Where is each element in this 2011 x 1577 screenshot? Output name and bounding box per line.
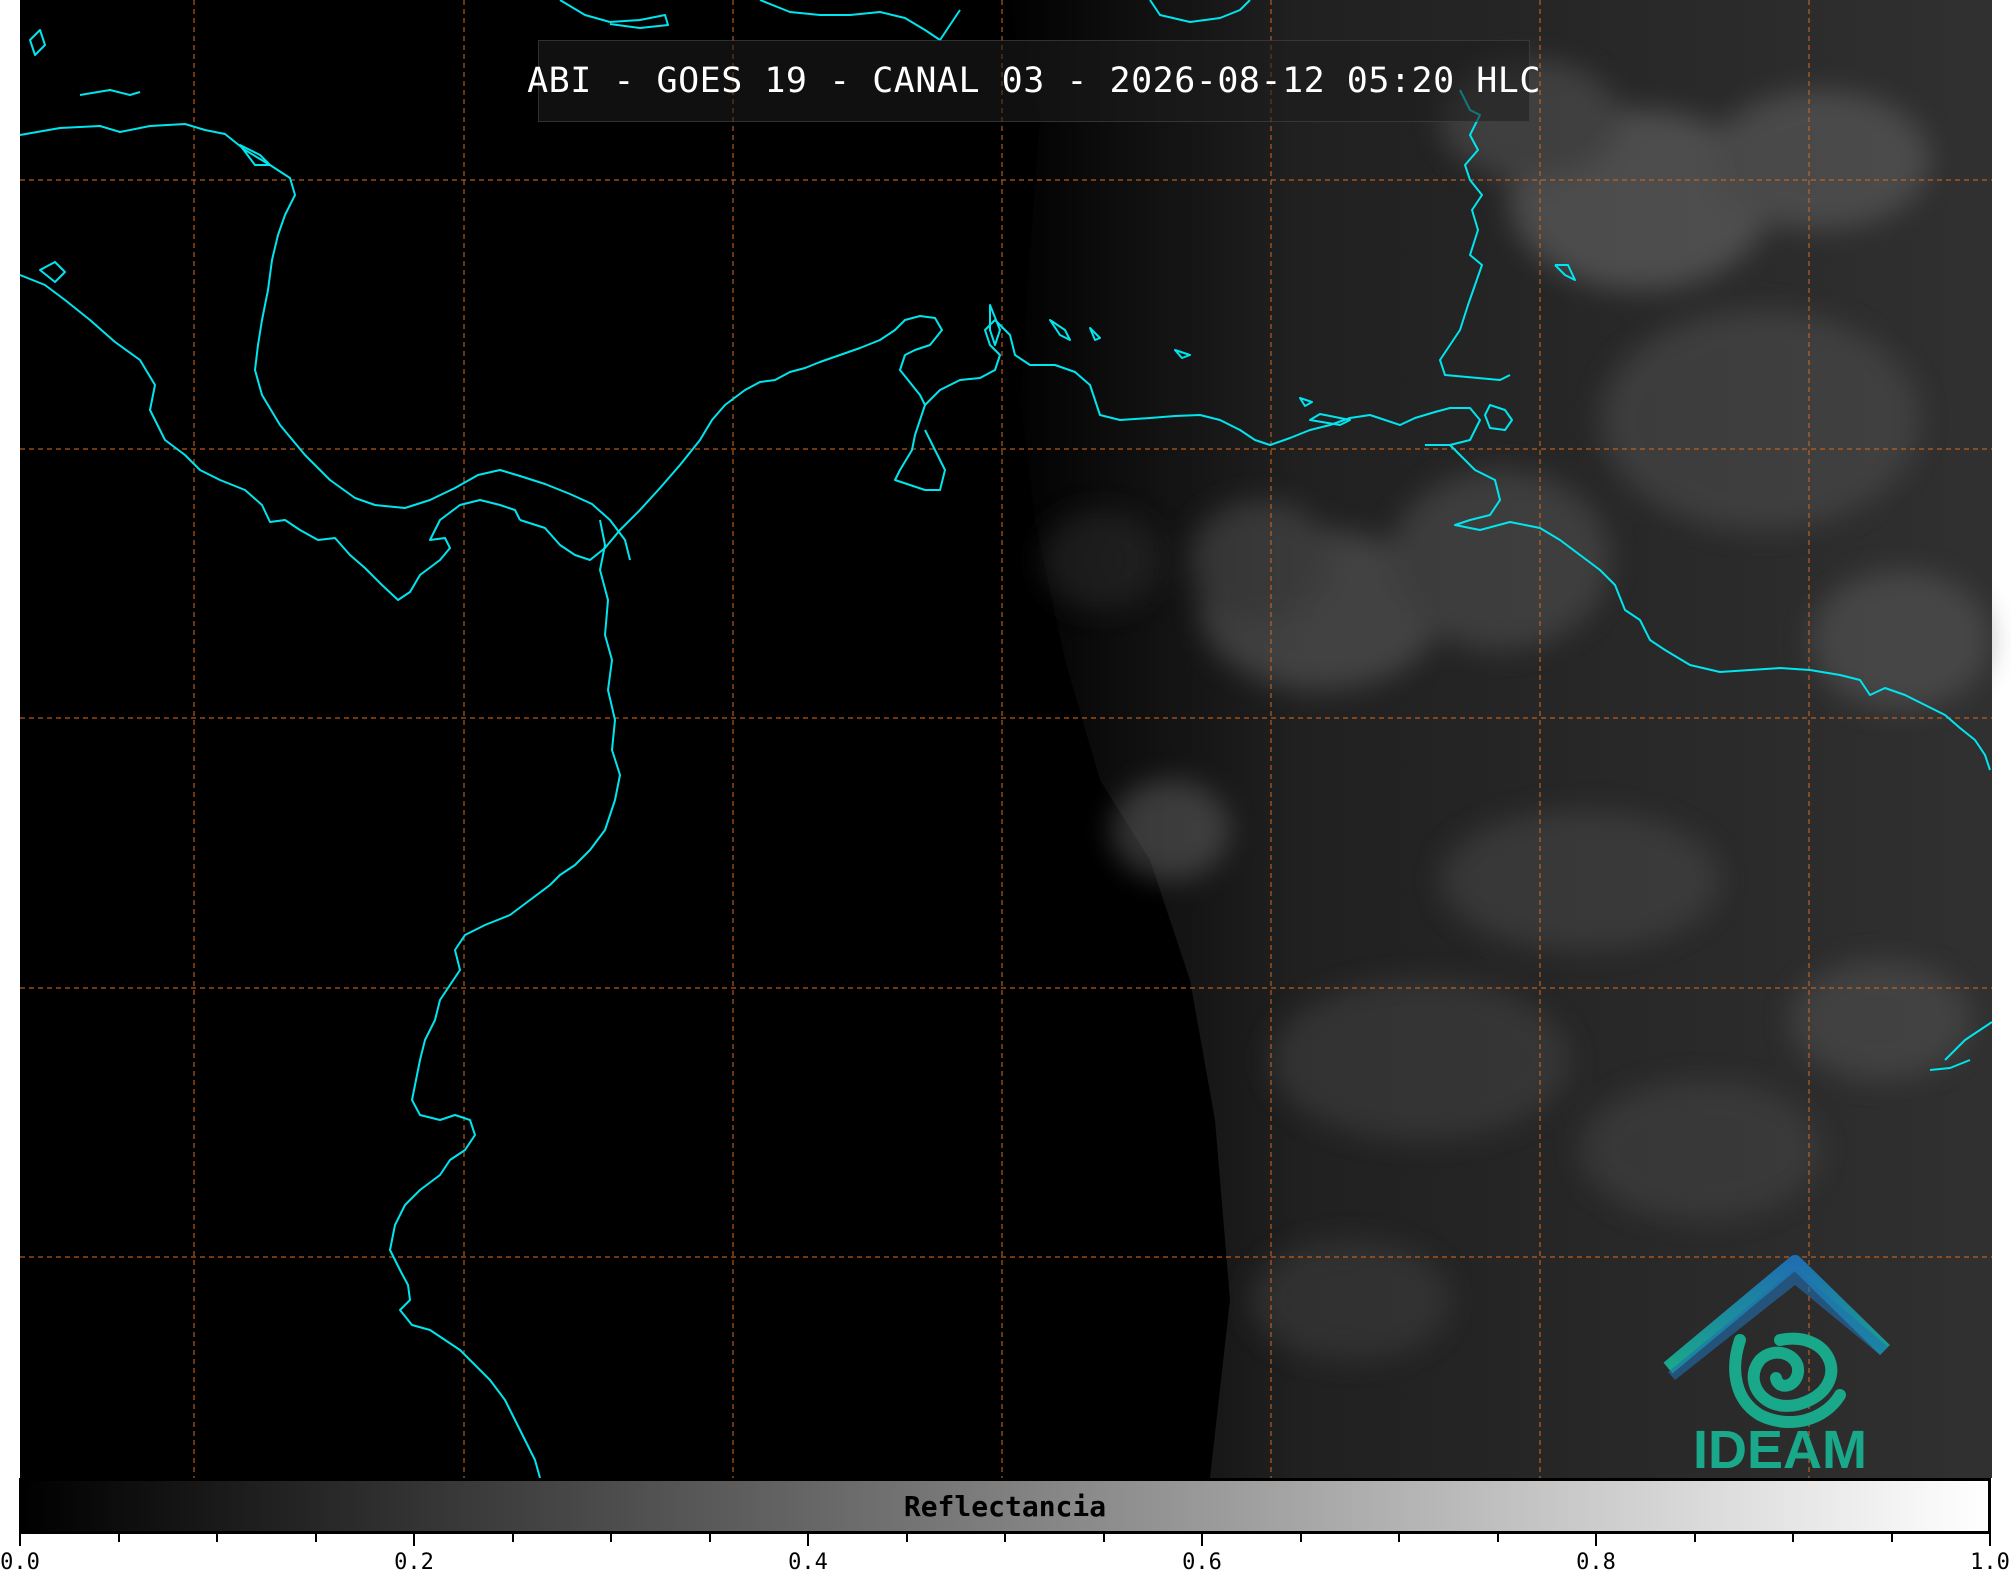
colorbar-tick-label: 0.6 [1182, 1550, 1222, 1575]
colorbar-label: Reflectancia [903, 1489, 1107, 1523]
title-box: ABI - GOES 19 - CANAL 03 - 2026-08-12 05… [527, 40, 1540, 122]
colorbar-tick-label: 0.2 [394, 1550, 434, 1575]
colorbar-tick-label: 0.0 [0, 1550, 40, 1575]
colorbar-tick-label: 0.8 [1576, 1550, 1616, 1575]
satellite-image: IDEAM [19, 0, 1993, 1546]
image-title: ABI - GOES 19 - CANAL 03 - 2026-08-12 05… [527, 61, 1541, 101]
colorbar-tick-label: 1.0 [1970, 1550, 2010, 1575]
colorbar-tick-label: 0.4 [788, 1550, 828, 1575]
colorbar-ticks [19, 1534, 1991, 1546]
logo-text: IDEAM [1693, 1420, 1867, 1480]
colorbar: Reflectancia [19, 1478, 1991, 1534]
